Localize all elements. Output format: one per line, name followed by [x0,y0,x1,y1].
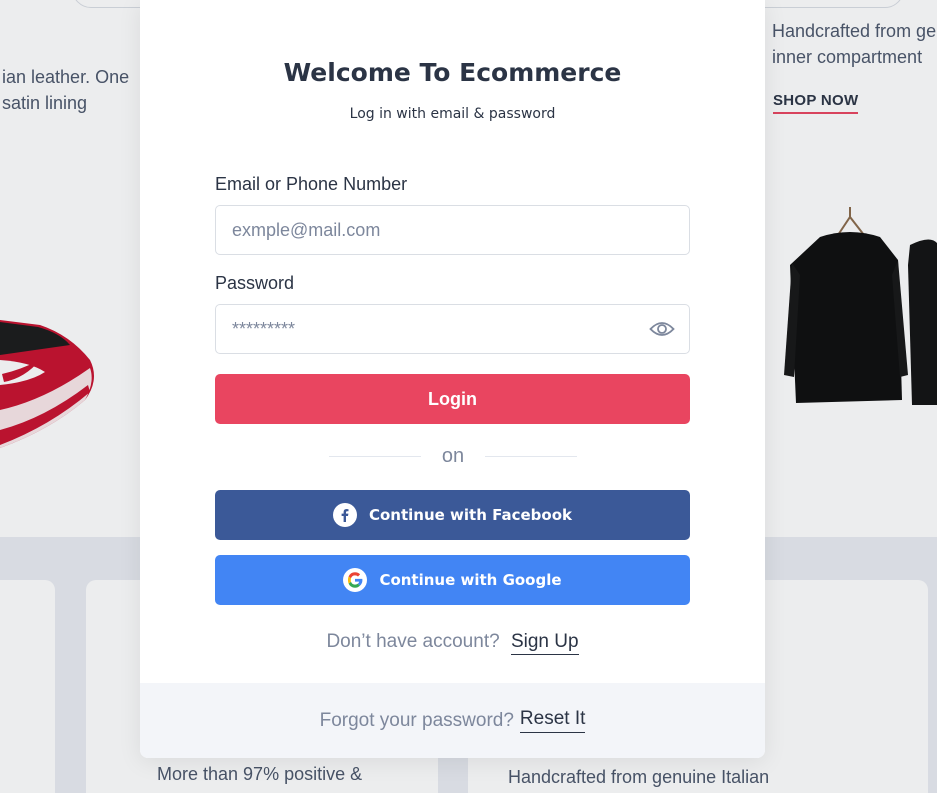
login-modal: Welcome To Ecommerce Log in with email &… [140,0,765,758]
forgot-password-prompt: Forgot your password? [319,709,514,731]
modal-footer: Forgot your password? Reset It [140,683,765,758]
divider: on [328,443,578,469]
google-button-label: Continue with Google [379,571,562,589]
signup-prompt: Don’t have account? [326,631,500,652]
continue-with-facebook-button[interactable]: Continue with Facebook [215,490,690,540]
facebook-button-label: Continue with Facebook [368,506,572,524]
password-input[interactable] [215,304,690,354]
email-input[interactable] [215,205,690,255]
reset-password-link[interactable]: Reset It [519,708,586,733]
facebook-icon [332,503,357,527]
sign-up-link[interactable]: Sign Up [510,631,579,655]
modal-title: Welcome To Ecommerce [283,58,622,87]
modal-subtitle: Log in with email & password [349,106,556,122]
eye-icon[interactable] [648,317,676,341]
login-button[interactable]: Login [215,374,690,424]
divider-line [328,455,421,457]
signup-row: Don’t have account? Sign Up [140,631,765,655]
google-icon [343,568,368,592]
divider-text: on [441,444,465,467]
divider-line [485,455,578,457]
continue-with-google-button[interactable]: Continue with Google [215,555,690,605]
password-label: Password [215,273,295,293]
email-label: Email or Phone Number [215,174,408,194]
